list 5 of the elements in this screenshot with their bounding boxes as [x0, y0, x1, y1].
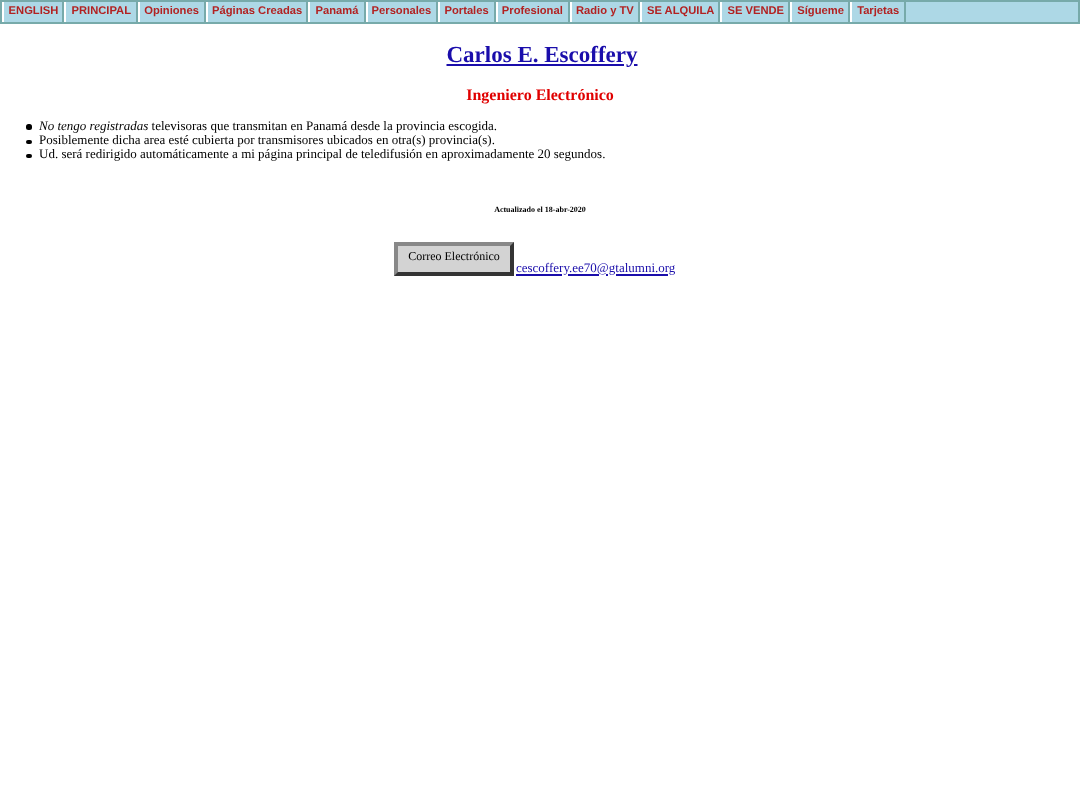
bullet-icon — [26, 139, 31, 145]
bullet-icon — [26, 124, 31, 130]
page-title[interactable]: Carlos E. Escoffery — [442, 44, 638, 68]
subtitle: Ingeniero Electrónico — [464, 86, 616, 104]
bullet-icon — [26, 153, 31, 159]
